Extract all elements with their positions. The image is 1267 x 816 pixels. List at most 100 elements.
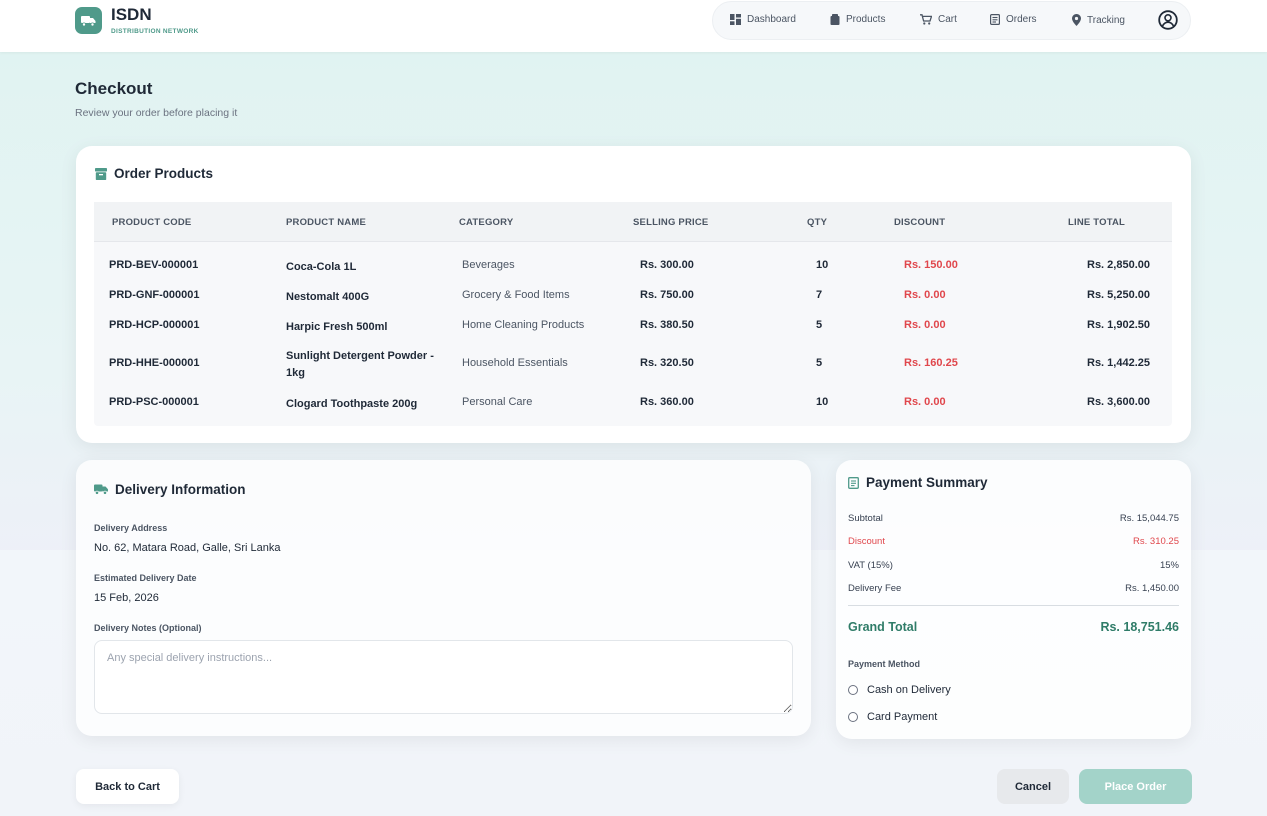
- cell-name: Harpic Fresh 500ml: [286, 321, 388, 333]
- table-header: PRODUCT CODE PRODUCT NAME CATEGORY SELLI…: [94, 202, 1172, 242]
- nav-dashboard-label: Dashboard: [747, 14, 796, 25]
- payment-option-card[interactable]: Card Payment: [848, 711, 937, 723]
- delivery-info-title: Delivery Information: [94, 482, 246, 497]
- cell-discount: Rs. 160.25: [904, 357, 958, 369]
- cell-category: Home Cleaning Products: [462, 319, 585, 331]
- delivery-fee-label: Delivery Fee: [848, 583, 902, 594]
- cell-price: Rs. 750.00: [640, 289, 694, 301]
- col-product-name: PRODUCT NAME: [286, 217, 366, 228]
- products-table: PRODUCT CODE PRODUCT NAME CATEGORY SELLI…: [94, 202, 1172, 426]
- cell-category: Personal Care: [462, 396, 533, 408]
- brand[interactable]: ISDN DISTRIBUTION NETWORK: [75, 6, 199, 35]
- archive-box-icon: [95, 167, 107, 180]
- cell-discount: Rs. 0.00: [904, 289, 946, 301]
- cell-line-total: Rs. 1,902.50: [1087, 319, 1150, 331]
- col-product-code: PRODUCT CODE: [112, 217, 192, 228]
- payment-summary-card: Payment Summary Subtotal Rs. 15,044.75 D…: [836, 460, 1191, 739]
- col-qty: QTY: [807, 217, 828, 228]
- cell-line-total: Rs. 1,442.25: [1087, 357, 1150, 369]
- summary-divider: [848, 605, 1179, 606]
- card-option-label: Card Payment: [867, 711, 938, 723]
- cancel-button[interactable]: Cancel: [997, 769, 1069, 804]
- back-to-cart-button[interactable]: Back to Cart: [76, 769, 179, 804]
- cell-discount: Rs. 0.00: [904, 319, 946, 331]
- cell-code: PRD-HCP-000001: [109, 319, 200, 331]
- payment-method-label: Payment Method: [848, 659, 921, 669]
- page-subtitle: Review your order before placing it: [75, 107, 238, 119]
- col-line-total: LINE TOTAL: [1068, 217, 1126, 228]
- delivery-address-label: Delivery Address: [94, 523, 168, 533]
- delivery-fee-value: Rs. 1,450.00: [1125, 583, 1179, 594]
- nav-cart-label: Cart: [938, 14, 957, 25]
- cash-radio[interactable]: [848, 685, 858, 695]
- cart-icon: [920, 14, 932, 25]
- vat-row: VAT (15%) 15%: [848, 560, 1179, 571]
- truck-icon: [94, 484, 108, 495]
- cell-category: Grocery & Food Items: [462, 289, 570, 301]
- payment-summary-title-text: Payment Summary: [866, 475, 988, 490]
- cell-name: Clogard Toothpaste 200g: [286, 398, 418, 410]
- location-pin-icon: [1072, 14, 1081, 26]
- cell-name: Sunlight Detergent Powder - 1kg: [286, 350, 434, 379]
- order-products-card: Order Products PRODUCT CODE PRODUCT NAME…: [76, 146, 1191, 443]
- cell-price: Rs. 320.50: [640, 357, 694, 369]
- box-icon: [830, 14, 840, 25]
- cell-code: PRD-GNF-000001: [109, 289, 200, 301]
- cell-code: PRD-BEV-000001: [109, 259, 199, 271]
- top-header: ISDN DISTRIBUTION NETWORK Dashboard Prod…: [0, 0, 1267, 52]
- vat-value: 15%: [1159, 560, 1179, 571]
- cell-line-total: Rs. 5,250.00: [1087, 289, 1150, 301]
- cell-price: Rs. 380.50: [640, 319, 694, 331]
- user-avatar[interactable]: [1158, 10, 1178, 35]
- delivery-address-value: No. 62, Matara Road, Galle, Sri Lanka: [94, 542, 281, 554]
- nav-tracking[interactable]: Tracking: [1072, 14, 1125, 26]
- payment-option-cash[interactable]: Cash on Delivery: [848, 684, 951, 696]
- cell-price: Rs. 360.00: [640, 396, 694, 408]
- subtotal-row: Subtotal Rs. 15,044.75: [848, 513, 1179, 524]
- vat-label: VAT (15%): [848, 560, 893, 571]
- cell-price: Rs. 300.00: [640, 259, 694, 271]
- nav-orders-label: Orders: [1006, 14, 1037, 25]
- cell-qty: 5: [816, 357, 823, 369]
- cell-discount: Rs. 150.00: [904, 259, 958, 271]
- cell-line-total: Rs. 3,600.00: [1087, 396, 1150, 408]
- discount-label: Discount: [848, 536, 885, 547]
- payment-summary-title: Payment Summary: [848, 475, 988, 490]
- order-products-title: Order Products: [95, 166, 213, 181]
- card-radio[interactable]: [848, 712, 858, 722]
- cell-code: PRD-HHE-000001: [109, 357, 200, 369]
- cell-code: PRD-PSC-000001: [109, 396, 199, 408]
- delivery-notes-input[interactable]: [94, 640, 793, 714]
- nav-dashboard[interactable]: Dashboard: [730, 14, 796, 25]
- delivery-info-title-text: Delivery Information: [115, 482, 246, 497]
- cell-name: Coca-Cola 1L: [286, 261, 357, 273]
- cell-name: Nestomalt 400G: [286, 291, 370, 303]
- subtotal-value: Rs. 15,044.75: [1119, 513, 1179, 524]
- discount-value: Rs. 310.25: [1133, 536, 1179, 547]
- orders-icon: [990, 14, 1000, 25]
- page-title: Checkout: [75, 79, 153, 98]
- cell-qty: 7: [816, 289, 823, 301]
- grand-total-label: Grand Total: [848, 620, 918, 634]
- col-selling-price: SELLING PRICE: [633, 217, 709, 228]
- col-category: CATEGORY: [459, 217, 514, 228]
- cell-category: Household Essentials: [462, 357, 568, 369]
- col-discount: DISCOUNT: [894, 217, 946, 228]
- cell-category: Beverages: [462, 259, 515, 271]
- dashboard-icon: [730, 14, 741, 25]
- user-circle-icon: [1158, 10, 1178, 30]
- cell-discount: Rs. 0.00: [904, 396, 946, 408]
- place-order-button[interactable]: Place Order: [1079, 769, 1192, 804]
- discount-row: Discount Rs. 310.25: [848, 536, 1179, 547]
- nav-products[interactable]: Products: [830, 14, 885, 25]
- cell-qty: 10: [816, 396, 829, 408]
- receipt-icon: [848, 476, 859, 489]
- brand-name: ISDN: [111, 5, 152, 24]
- nav-tracking-label: Tracking: [1087, 14, 1125, 26]
- nav-orders[interactable]: Orders: [990, 14, 1037, 25]
- delivery-notes-label: Delivery Notes (Optional): [94, 623, 202, 633]
- nav-cart[interactable]: Cart: [920, 14, 957, 25]
- delivery-fee-row: Delivery Fee Rs. 1,450.00: [848, 583, 1179, 594]
- nav-products-label: Products: [846, 14, 886, 25]
- order-products-title-text: Order Products: [114, 166, 214, 181]
